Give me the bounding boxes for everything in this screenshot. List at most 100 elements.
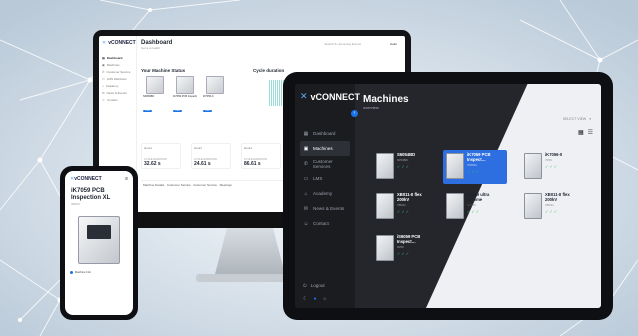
page-subtitle: Got a a health [141, 46, 160, 50]
machine-image [524, 193, 542, 219]
machine-info-link[interactable]: Machine Info [65, 264, 133, 274]
desktop-nav-news[interactable]: ✉ News & Events [102, 89, 133, 96]
machine-name: iK7059 PCB Inspection XL [173, 95, 197, 98]
tablet-nav-machines[interactable]: ▣ Machines [300, 141, 350, 156]
view-button[interactable]: View [143, 110, 152, 112]
lms-icon: ▭ [303, 175, 309, 182]
machine-image [446, 153, 464, 179]
machine-image [376, 193, 394, 219]
desktop-nav-lms[interactable]: ▭ LMS Webinars [102, 75, 133, 82]
machine-name: S6054BD [143, 95, 155, 98]
footer-item[interactable]: Machine Details [143, 183, 164, 187]
machine-image [176, 76, 194, 94]
machine-serial: XB011 [397, 202, 406, 207]
machine-card[interactable]: S6054BD 6054BD ✓✓✓ [373, 150, 437, 184]
stat-card: Hours CYCLE DURATION 32.62 s [141, 143, 181, 169]
footer-item[interactable]: Meetings [220, 183, 232, 187]
contact-icon: ☺ [102, 97, 106, 102]
machine-image [206, 76, 224, 94]
desktop-nav: ▦ Dashboard ▣ Machines ✆ Customer Service ▭… [102, 54, 133, 103]
toggle-dot-icon: ● [313, 296, 317, 302]
machine-serial: S3059 [467, 202, 476, 207]
view-button[interactable]: View [173, 110, 182, 112]
stat-card: Hours CYCLE DURATION 86.61 s [241, 143, 281, 169]
view-select[interactable]: SELECT VIEW ▾ [560, 117, 591, 121]
machine-tile[interactable]: iK7059 PCB Inspection XL View [173, 76, 197, 112]
desktop-nav-customer-service[interactable]: ✆ Customer Service [102, 68, 133, 75]
machine-serial: 6054BD [397, 157, 408, 162]
desktop-nav-contact[interactable]: ☺ Contact [102, 96, 133, 103]
moon-icon: ☾ [303, 296, 308, 302]
machine-name: iK7059 PCB Inspect… [467, 152, 491, 162]
logout-button[interactable]: ⏻ Logout [303, 283, 325, 288]
collapse-sidebar-icon[interactable]: ‹ [351, 110, 358, 117]
machine-serial: 7056 [545, 157, 552, 162]
machine-image [446, 193, 464, 219]
tablet-nav-customer-services[interactable]: ✆ Customer Services [300, 156, 350, 171]
machine-card[interactable]: S3059 ultra chrome S3059 ✓✓✓ [443, 190, 507, 224]
menu-icon[interactable]: ≡ [125, 176, 128, 182]
search-input[interactable]: Search & Upcoming Events [324, 42, 361, 46]
view-button[interactable]: View [203, 110, 212, 112]
machine-name: XB011-II flex 200kV [545, 192, 570, 202]
academy-icon: ⌂ [102, 83, 104, 88]
tablet-nav-lms[interactable]: ▭ LMS [300, 171, 350, 186]
tablet-logo: ✕ vCONNECT [300, 91, 361, 102]
stat-title: Hours [144, 146, 153, 150]
theme-toggle[interactable]: ☾ ● ☼ [303, 296, 327, 302]
machine-title: iK7059 PCB Inspection XL [71, 188, 111, 202]
tablet-nav-dashboard[interactable]: ▦ Dashboard [300, 126, 350, 141]
tablet-nav-contact[interactable]: ☺ Contact [300, 216, 350, 231]
machines-icon: ▣ [102, 62, 105, 67]
phone-logo: ✕vCONNECT [70, 176, 102, 182]
news-icon: ✉ [303, 205, 309, 212]
phone-screen: ✕vCONNECT ≡ iK7059 PCB Inspection XL IDR… [65, 171, 133, 315]
stat-title: Hours [244, 146, 253, 150]
machine-name: S3059 ultra chrome [467, 192, 490, 202]
contact-icon: ☺ [303, 220, 309, 227]
machine-status-heading: Your Machine Status [141, 68, 186, 73]
page-subtitle: overview [363, 105, 379, 110]
cycle-heading: Cycle duration [253, 68, 285, 73]
status-icons: ✓✓✓ [545, 208, 559, 214]
desktop-nav-dashboard[interactable]: ▦ Dashboard [102, 54, 133, 61]
machine-card[interactable]: iK7056-0 7056 ✓✓✓ [521, 150, 585, 184]
machine-name: XB011-II flex 200kV [397, 192, 422, 202]
desktop-nav-academy[interactable]: ⌂ Academy [102, 82, 133, 89]
customer-service-icon: ✆ [303, 160, 308, 167]
machine-name: iK7056-0 [203, 95, 214, 98]
tablet-nav-news[interactable]: ✉ News & Events [300, 201, 350, 216]
tablet-nav: ▦ Dashboard ▣ Machines ✆ Customer Services … [300, 126, 350, 231]
chevron-down-icon: ▾ [589, 117, 591, 121]
machine-tile[interactable]: iK7056-0 View [203, 76, 227, 112]
user-greeting[interactable]: Hello [390, 42, 397, 46]
machine-tile[interactable]: S6054BD View [143, 76, 167, 112]
machine-card[interactable]: XB011-II flex 200kV XB011 ✓✓✓ [521, 190, 585, 224]
desktop-logo: ✕ vCONNECT [102, 40, 136, 46]
logout-icon: ⏻ [303, 283, 307, 288]
phone-header: ✕vCONNECT ≡ [65, 171, 133, 182]
dashboard-icon: ▦ [303, 130, 309, 137]
status-icons: ✓✓✓ [397, 208, 411, 214]
footer-item[interactable]: Customer Service [167, 183, 191, 187]
desktop-nav-machines[interactable]: ▣ Machines [102, 61, 133, 68]
status-icons: ✓✓✓ [467, 208, 481, 214]
tablet-nav-academy[interactable]: ⌂ Academy [300, 186, 350, 201]
machine-card[interactable]: iS6059 PCB Inspect… 6059 ✓✓✓ [373, 232, 437, 266]
info-dot-icon [70, 270, 73, 274]
machine-card[interactable]: XB011-II flex 200kV XB011 ✓✓✓ [373, 190, 437, 224]
tablet-device: ✕ vCONNECT ▦ Dashboard ▣ Machines ✆ Customer… [283, 72, 613, 320]
news-icon: ✉ [102, 90, 105, 95]
list-view-icon[interactable]: ☰ [588, 129, 593, 136]
machine-image [376, 153, 394, 179]
machine-image [376, 235, 394, 261]
status-icons: ✓✓✓ [545, 163, 559, 169]
grid-view-icon[interactable]: ▦ [578, 129, 584, 136]
machine-card-selected[interactable]: iK7059 PCB Inspect… 7059XL ✓✓✓ [443, 150, 507, 184]
tablet-sidebar: ✕ vCONNECT ▦ Dashboard ▣ Machines ✆ Customer… [295, 84, 361, 308]
sun-icon: ☼ [322, 296, 328, 302]
machine-serial: 6059 [397, 244, 404, 249]
stat-card: Hours CYCLE DURATION 24.61 s [191, 143, 231, 169]
status-icons: ✓✓✓ [397, 163, 411, 169]
footer-item[interactable]: Customer Service [193, 183, 217, 187]
